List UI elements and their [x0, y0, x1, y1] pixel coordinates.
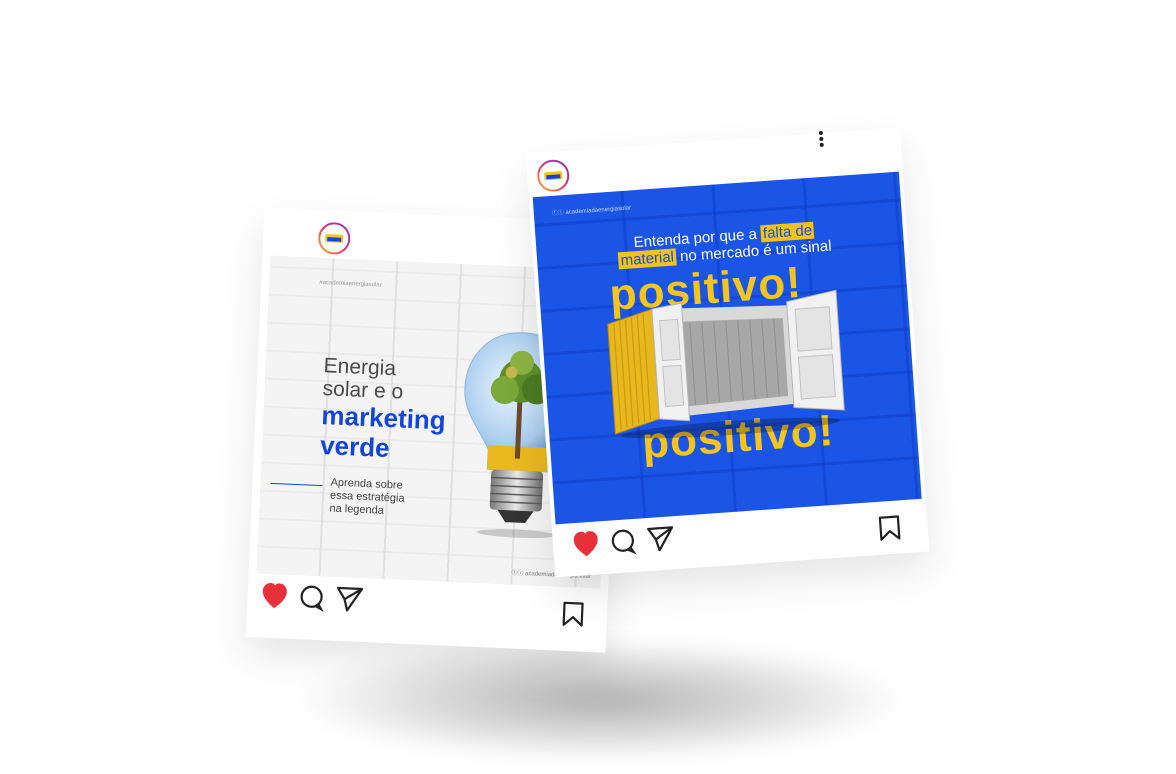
bookmark-icon[interactable] [878, 514, 902, 545]
post-subtitle: Aprenda sobre essa estratégia na legenda [329, 476, 405, 517]
social-icons: ⓕⓘ [551, 209, 566, 217]
comment-icon[interactable] [611, 529, 637, 555]
heart-icon[interactable] [573, 531, 599, 558]
send-icon[interactable] [647, 526, 674, 552]
comment-icon[interactable] [300, 585, 324, 612]
post-title-light: Energia solar e o [322, 354, 404, 404]
heart-icon[interactable] [262, 582, 287, 609]
more-vertical-icon[interactable] [817, 129, 827, 153]
post-actions [261, 582, 372, 621]
send-icon[interactable] [336, 586, 364, 612]
profile-avatar[interactable] [536, 159, 570, 197]
post-title-bold: marketing verde [319, 400, 447, 464]
bookmark-icon[interactable] [561, 601, 584, 632]
social-icons: ⓕⓘ [511, 570, 526, 578]
shipping-container-illustration [596, 288, 855, 449]
floor-shadow [300, 640, 900, 760]
footer-handle: ⓕⓘ academiadaenergiasolar [551, 205, 632, 217]
instagram-post-right: ⓕⓘ academiadaenergiasolar Entenda por qu… [525, 127, 930, 578]
hashtag-label: #academiaenergiasolar [319, 279, 382, 289]
post-image-right[interactable]: ⓕⓘ academiadaenergiasolar Entenda por qu… [532, 171, 922, 525]
profile-avatar[interactable] [317, 222, 351, 259]
post-actions [572, 524, 684, 566]
divider-line [270, 482, 323, 487]
